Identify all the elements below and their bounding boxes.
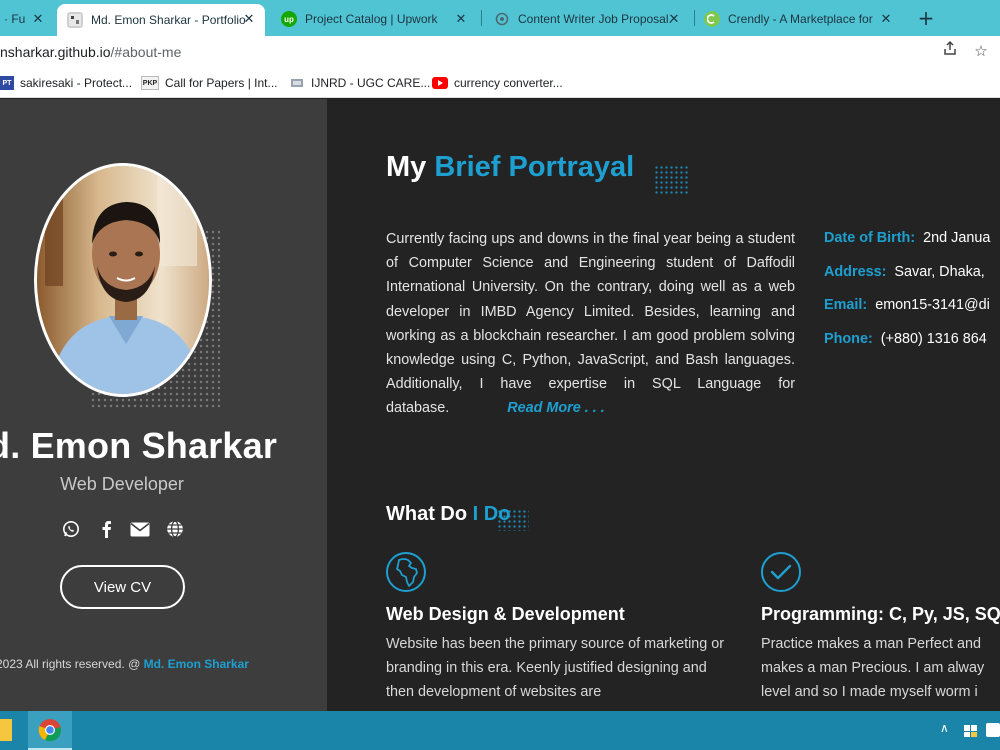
close-icon[interactable]: ✕ xyxy=(241,11,257,27)
social-links xyxy=(60,517,186,541)
footer: 2023 All rights reserved. @ Md. Emon Sha… xyxy=(0,657,249,671)
info-address: Address: Savar, Dhaka, xyxy=(824,264,985,280)
footer-author-link[interactable]: Md. Emon Sharkar xyxy=(144,657,249,671)
decorative-dot-pattern xyxy=(654,165,688,195)
close-icon[interactable]: ✕ xyxy=(666,11,682,27)
heading-accent: I Do xyxy=(472,503,511,525)
tab-upwork[interactable]: up Project Catalog | Upwork ✕ xyxy=(277,4,477,34)
youtube-icon xyxy=(432,76,448,90)
tab-crendly[interactable]: Crendly - A Marketplace for ✕ xyxy=(702,4,902,34)
star-icon[interactable]: ☆ xyxy=(970,40,992,62)
tab-separator xyxy=(481,10,482,26)
tab-title: Crendly - A Marketplace for xyxy=(728,12,873,26)
service-title: Programming: C, Py, JS, SQ xyxy=(761,604,1000,624)
bookmark-item[interactable]: currency converter... xyxy=(432,74,563,92)
info-value: Savar, Dhaka, xyxy=(894,264,985,280)
tab-title: · Fu xyxy=(4,12,26,26)
info-phone: Phone: (+880) 1316 864 xyxy=(824,331,987,347)
portfolio-icon xyxy=(67,12,83,28)
read-more-link[interactable]: Read More . . . xyxy=(507,400,605,416)
info-value[interactable]: emon15-3141@di xyxy=(875,297,990,313)
tab-title: Project Catalog | Upwork xyxy=(305,12,438,26)
profile-role: Web Developer xyxy=(60,474,184,494)
taskbar: ∧ xyxy=(0,711,1000,750)
about-panel: My Brief Portrayal Currently facing ups … xyxy=(327,99,1000,711)
bookmark-item[interactable]: PKP Call for Papers | Int... xyxy=(141,74,278,92)
file-explorer-icon[interactable] xyxy=(0,719,12,741)
bio-text: Currently facing ups and downs in the fi… xyxy=(386,231,795,417)
crendly-icon xyxy=(704,11,720,27)
upwork-icon: up xyxy=(281,11,297,27)
bookmark-label: Call for Papers | Int... xyxy=(165,76,278,90)
globe-icon[interactable] xyxy=(164,518,186,540)
ijnrd-icon xyxy=(289,76,305,90)
whatsapp-icon[interactable] xyxy=(60,518,82,540)
bookmark-label: sakiresaki - Protect... xyxy=(20,76,133,90)
heading-accent: Brief Portrayal xyxy=(434,151,635,183)
profile-name: d. Emon Sharkar xyxy=(0,425,278,466)
chrome-taskbar-button[interactable] xyxy=(28,711,72,750)
facebook-icon[interactable] xyxy=(95,518,117,540)
new-tab-button[interactable]: + xyxy=(914,6,938,30)
tab-chatgpt[interactable]: Content Writer Job Proposal. ✕ xyxy=(490,4,690,34)
bookmark-item[interactable]: IJNRD - UGC CARE... xyxy=(289,74,430,92)
tab-separator xyxy=(694,10,695,26)
tab-portfolio[interactable]: Md. Emon Sharkar - Portfolio ✕ xyxy=(57,4,265,36)
info-label: Address: xyxy=(824,264,887,280)
globe-africa-icon xyxy=(385,551,427,593)
bookmark-item[interactable]: PT sakiresaki - Protect... xyxy=(0,74,132,92)
info-email: Email: emon15-3141@di xyxy=(824,297,990,313)
heading-plain: What Do xyxy=(386,503,473,525)
pt-icon: PT xyxy=(0,76,14,90)
network-icon[interactable] xyxy=(962,721,980,739)
tab-title: Content Writer Job Proposal. xyxy=(518,12,672,26)
view-cv-button[interactable]: View CV xyxy=(60,565,185,609)
pkp-icon: PKP xyxy=(141,76,159,90)
share-icon[interactable] xyxy=(939,40,961,62)
service-description: Practice makes a man Perfect and makes a… xyxy=(761,636,985,700)
info-dob: Date of Birth: 2nd Janua xyxy=(824,230,990,246)
info-value: 2nd Janua xyxy=(923,230,991,246)
tray-icon[interactable] xyxy=(986,723,1000,737)
service-description: Website has been the primary source of m… xyxy=(386,636,725,700)
bio-paragraph: Currently facing ups and downs in the fi… xyxy=(386,227,795,421)
email-icon[interactable] xyxy=(129,518,151,540)
chrome-icon xyxy=(38,718,61,741)
info-label: Email: xyxy=(824,297,868,313)
footer-copyright: 2023 All rights reserved. @ xyxy=(0,657,144,671)
profile-photo xyxy=(37,166,209,394)
tab-generic[interactable]: · Fu ✕ xyxy=(0,4,54,34)
address-bar[interactable]: nsharkar.github.io /#about-me xyxy=(0,38,1000,66)
bookmark-label: currency converter... xyxy=(454,76,563,90)
about-heading: My Brief Portrayal xyxy=(386,151,634,184)
service-title: Web Design & Development xyxy=(386,604,625,624)
check-circle-icon xyxy=(760,551,802,593)
info-value: (+880) 1316 864 xyxy=(880,331,987,347)
bookmarks-bar: PT sakiresaki - Protect... PKP Call for … xyxy=(0,68,1000,98)
url-host: nsharkar.github.io xyxy=(0,44,111,60)
close-icon[interactable]: ✕ xyxy=(878,11,894,27)
services-heading: What Do I Do xyxy=(386,503,510,526)
url-path: /#about-me xyxy=(110,44,182,60)
close-icon[interactable]: ✕ xyxy=(30,11,46,27)
tab-title: Md. Emon Sharkar - Portfolio xyxy=(91,13,246,27)
heading-plain: My xyxy=(386,151,435,183)
info-label: Phone: xyxy=(824,331,873,347)
profile-panel: d. Emon Sharkar Web Developer View CV 20… xyxy=(0,99,327,711)
address-bar-row: nsharkar.github.io /#about-me ☆ xyxy=(0,36,1000,68)
chatgpt-icon xyxy=(494,11,510,27)
info-label: Date of Birth: xyxy=(824,230,916,246)
avatar xyxy=(34,163,212,397)
bookmark-label: IJNRD - UGC CARE... xyxy=(311,76,431,90)
chevron-up-icon[interactable]: ∧ xyxy=(940,721,949,735)
close-icon[interactable]: ✕ xyxy=(453,11,469,27)
tab-strip: · Fu ✕ Md. Emon Sharkar - Portfolio ✕ up… xyxy=(0,0,1000,36)
